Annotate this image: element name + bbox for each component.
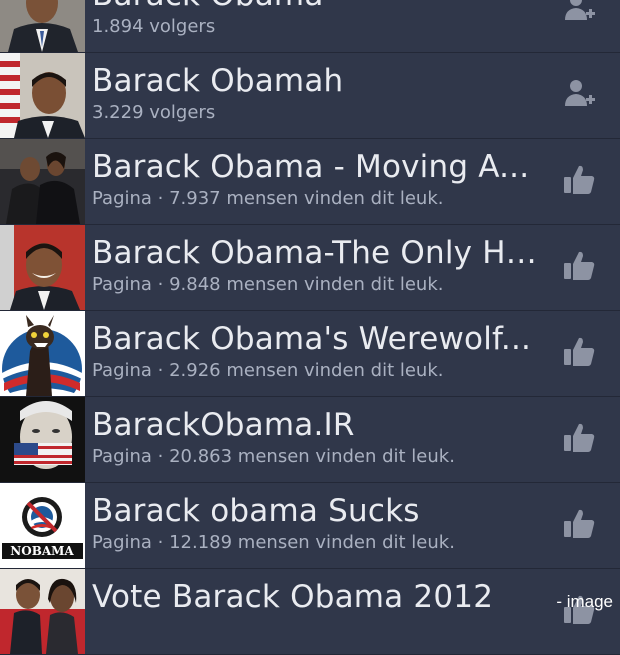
thumbnail-image: NOBAMA — [0, 483, 85, 568]
like-icon — [561, 420, 597, 460]
like-icon — [561, 248, 597, 288]
result-subtitle: Pagina · 9.848 mensen vinden dit leuk. — [92, 274, 444, 295]
result-subtitle: Pagina · 2.926 mensen vinden dit leuk. — [92, 360, 444, 381]
result-row[interactable]: BarackObama.IR Pagina · 20.863 mensen vi… — [0, 397, 620, 483]
like-icon — [561, 506, 597, 546]
result-subtitle: Pagina · 12.189 mensen vinden dit leuk. — [92, 532, 455, 553]
result-title[interactable]: BarackObama.IR — [92, 405, 542, 445]
thumbnail-image — [0, 397, 85, 482]
result-title[interactable]: Barack Obamah — [92, 61, 542, 101]
like-button[interactable] — [558, 505, 600, 547]
thumbnail-image — [0, 225, 85, 310]
result-row[interactable]: Barack Obama's Werewolf... Pagina · 2.92… — [0, 311, 620, 397]
add-friend-icon — [561, 76, 597, 116]
add-friend-icon — [561, 0, 597, 30]
result-row[interactable]: Barack Obama 1.894 volgers — [0, 0, 620, 53]
add-friend-button[interactable] — [558, 0, 600, 31]
result-title[interactable]: Barack Obama-The Only Ho... — [92, 233, 542, 273]
thumbnail-image — [0, 0, 85, 52]
result-subtitle: 1.894 volgers — [92, 16, 216, 37]
result-row[interactable]: NOBAMA Barack obama Sucks Pagina · 12.18… — [0, 483, 620, 569]
thumbnail-image — [0, 53, 85, 138]
thumbnail-image — [0, 139, 85, 224]
like-button[interactable] — [558, 419, 600, 461]
thumbnail-image — [0, 311, 85, 396]
like-icon — [561, 162, 597, 202]
result-row[interactable]: Barack Obama - Moving A... Pagina · 7.93… — [0, 139, 620, 225]
result-row[interactable]: Barack Obamah 3.229 volgers — [0, 53, 620, 139]
image-watermark: - image — [556, 592, 613, 611]
result-title[interactable]: Barack Obama — [92, 0, 542, 15]
result-subtitle: Pagina · 20.863 mensen vinden dit leuk. — [92, 446, 455, 467]
result-row[interactable]: Vote Barack Obama 2012 — [0, 569, 620, 655]
thumbnail-image — [0, 569, 85, 654]
result-title[interactable]: Vote Barack Obama 2012 — [92, 577, 542, 617]
result-title[interactable]: Barack Obama - Moving A... — [92, 147, 542, 187]
thumbnail-logo-text: NOBAMA — [10, 544, 74, 558]
result-subtitle: Pagina · 7.937 mensen vinden dit leuk. — [92, 188, 444, 209]
like-icon — [561, 334, 597, 374]
result-row[interactable]: Barack Obama-The Only Ho... Pagina · 9.8… — [0, 225, 620, 311]
like-button[interactable] — [558, 161, 600, 203]
like-button[interactable] — [558, 333, 600, 375]
result-subtitle: 3.229 volgers — [92, 102, 216, 123]
result-title[interactable]: Barack Obama's Werewolf... — [92, 319, 542, 359]
search-results-list: Barack Obama 1.894 volgers — [0, 0, 620, 655]
like-button[interactable] — [558, 247, 600, 289]
add-friend-button[interactable] — [558, 75, 600, 117]
result-title[interactable]: Barack obama Sucks — [92, 491, 542, 531]
